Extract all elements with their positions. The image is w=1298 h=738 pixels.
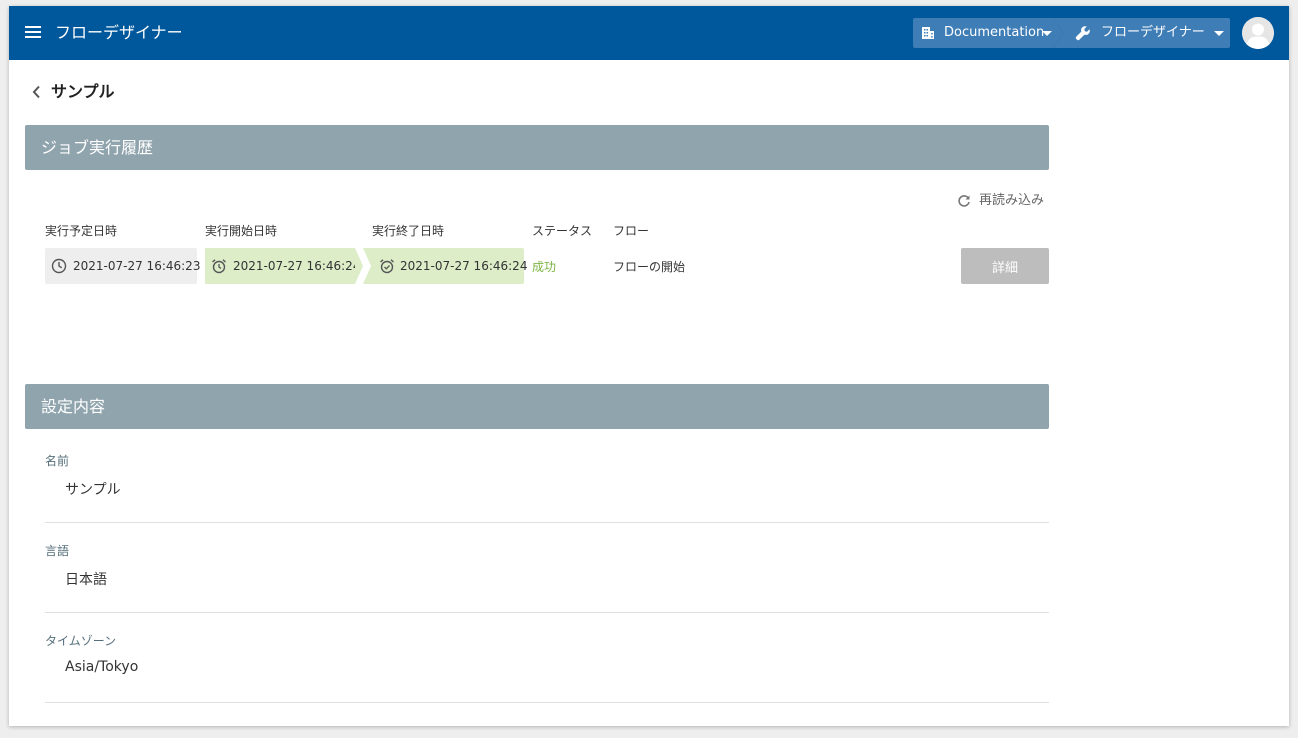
user-avatar[interactable] <box>1242 17 1274 49</box>
chevron-down-icon <box>1042 31 1052 36</box>
alarm-check-icon <box>380 259 394 274</box>
page-title: サンプル <box>51 82 115 101</box>
end-time-box: 2021-07-27 16:46:24 <box>363 248 528 284</box>
alarm-clock-icon <box>212 259 226 274</box>
settings-section-title: 設定内容 <box>41 397 106 416</box>
column-header-started: 実行開始日時 <box>205 224 278 238</box>
org-breadcrumb-dropdown[interactable]: Documentation <box>913 18 1063 48</box>
app-breadcrumb-label: フローデザイナー <box>1101 25 1205 40</box>
scheduled-time-box: 2021-07-27 16:46:23 <box>45 248 201 284</box>
refresh-icon <box>958 195 970 207</box>
user-silhouette-icon <box>1242 17 1274 49</box>
job-history-section-header: ジョブ実行履歴 <box>25 125 1049 170</box>
top-app-bar: フローデザイナー Documentation フローデザイナー <box>9 6 1289 60</box>
detail-button[interactable]: 詳細 <box>961 248 1049 284</box>
chevron-left-icon[interactable] <box>31 85 41 99</box>
start-time-value: 2021-07-27 16:46:24 <box>233 259 361 273</box>
field-label-language: 言語 <box>45 544 70 558</box>
field-label-name: 名前 <box>45 454 70 468</box>
flow-name: フローの開始 <box>613 260 686 274</box>
app-title: フローデザイナー <box>55 23 183 42</box>
scheduled-time-value: 2021-07-27 16:46:23 <box>73 259 201 273</box>
field-label-timezone: タイムゾーン <box>45 634 117 648</box>
settings-section-header: 設定内容 <box>25 384 1049 429</box>
divider <box>45 522 1049 523</box>
job-history-section-title: ジョブ実行履歴 <box>41 138 154 157</box>
column-header-status: ステータス <box>532 224 593 238</box>
field-value-language: 日本語 <box>65 572 107 588</box>
status-badge: 成功 <box>532 260 557 274</box>
app-window: フローデザイナー Documentation フローデザイナー サンプル ジョブ… <box>9 6 1289 726</box>
divider <box>45 702 1049 703</box>
wrench-icon <box>1075 26 1090 41</box>
reload-button[interactable]: 再読み込み <box>957 191 1044 211</box>
app-breadcrumb-dropdown[interactable]: フローデザイナー <box>1053 18 1230 48</box>
hamburger-menu-icon[interactable] <box>25 26 41 40</box>
chevron-down-icon <box>1214 31 1224 36</box>
end-time-value: 2021-07-27 16:46:24 <box>400 259 528 273</box>
clock-icon <box>51 258 67 274</box>
column-header-ended: 実行終了日時 <box>372 224 445 238</box>
org-breadcrumb-label: Documentation <box>944 25 1045 40</box>
field-value-timezone: Asia/Tokyo <box>65 659 139 675</box>
building-icon <box>922 27 934 39</box>
column-header-flow: フロー <box>613 224 650 238</box>
column-header-scheduled: 実行予定日時 <box>45 224 118 238</box>
start-time-box: 2021-07-27 16:46:24 <box>205 248 363 284</box>
field-value-name: サンプル <box>65 482 121 498</box>
divider <box>45 612 1049 613</box>
